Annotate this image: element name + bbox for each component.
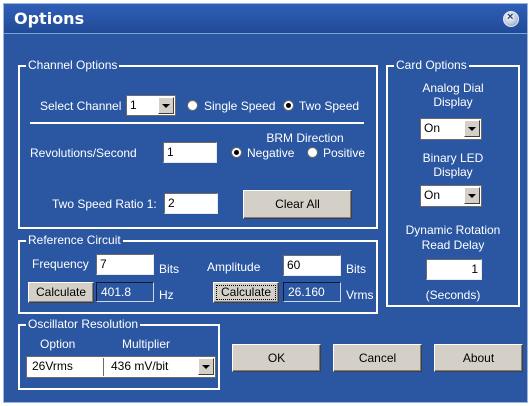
frequency-result: 401.8 <box>96 282 154 302</box>
dynamic-rotation-label-2: Read Delay <box>421 238 485 252</box>
two-speed-label: Two Speed <box>299 99 360 113</box>
oscillator-resolution-label: Oscillator Resolution <box>26 317 141 331</box>
options-dialog: Options × Channel Options Select Channel… <box>3 3 528 403</box>
binary-led-value: On <box>424 188 441 202</box>
brm-direction-label: BRM Direction <box>266 131 344 145</box>
option-header: Option <box>40 337 76 351</box>
analog-dial-label-2: Display <box>433 95 473 109</box>
frequency-result-unit: Hz <box>159 288 174 302</box>
binary-led-select[interactable]: On <box>420 185 482 207</box>
card-options-label: Card Options <box>394 58 469 72</box>
calculate-frequency-button[interactable]: Calculate <box>28 282 94 303</box>
binary-led-label-2: Display <box>433 165 473 179</box>
amplitude-result-unit: Vrms <box>346 288 374 302</box>
single-speed-radio[interactable] <box>187 100 198 111</box>
chevron-down-icon[interactable] <box>158 97 174 114</box>
positive-radio[interactable] <box>307 147 318 158</box>
dynamic-rotation-input[interactable]: 1 <box>426 259 482 280</box>
cancel-button[interactable]: Cancel <box>333 344 422 372</box>
channel-select[interactable]: 1 <box>126 95 176 116</box>
negative-label: Negative <box>247 146 295 160</box>
analog-dial-value: On <box>424 121 441 135</box>
amplitude-unit: Bits <box>346 262 367 276</box>
card-options-group: Card Options Analog Dial Display On Bina… <box>386 58 520 307</box>
reference-circuit-label: Reference Circuit <box>26 233 123 247</box>
oscillator-select[interactable]: 26Vrms 436 mV/bit <box>26 356 216 378</box>
frequency-unit: Bits <box>159 262 180 276</box>
clear-all-button[interactable]: Clear All <box>243 190 352 219</box>
frequency-input[interactable]: 7 <box>96 254 154 275</box>
about-button[interactable]: About <box>434 344 523 372</box>
channel-options-label: Channel Options <box>26 58 120 72</box>
chevron-down-icon[interactable] <box>464 120 480 137</box>
revolutions-input[interactable]: 1 <box>163 142 217 163</box>
chevron-down-icon[interactable] <box>198 358 214 375</box>
revolutions-label: Revolutions/Second <box>30 146 137 160</box>
two-speed-radio[interactable] <box>283 100 294 111</box>
select-separator <box>103 358 104 376</box>
chevron-down-icon[interactable] <box>464 187 480 204</box>
oscillator-resolution-group: Oscillator Resolution Option Multiplier … <box>18 317 220 390</box>
channel-divider <box>30 122 364 124</box>
seconds-label: (Seconds) <box>425 288 481 302</box>
two-speed-ratio-input[interactable]: 2 <box>164 193 218 214</box>
positive-label: Positive <box>323 146 366 160</box>
multiplier-value: 436 mV/bit <box>111 359 169 373</box>
binary-led-label-1: Binary LED <box>422 151 484 165</box>
ok-button[interactable]: OK <box>232 344 321 372</box>
close-icon: × <box>507 11 514 23</box>
two-speed-ratio-label: Two Speed Ratio 1: <box>52 197 157 211</box>
dynamic-rotation-label-1: Dynamic Rotation <box>405 223 501 237</box>
option-value: 26Vrms <box>32 359 73 373</box>
reference-circuit-group: Reference Circuit Frequency 7 Bits Ampli… <box>18 233 378 314</box>
channel-options-group: Channel Options Select Channel 1 Single … <box>18 58 378 229</box>
close-button[interactable]: × <box>503 11 519 27</box>
title-bar: Options × <box>4 4 527 34</box>
amplitude-input[interactable]: 60 <box>283 255 341 276</box>
negative-radio[interactable] <box>231 147 242 158</box>
analog-dial-label-1: Analog Dial <box>422 81 484 95</box>
analog-dial-select[interactable]: On <box>420 118 482 140</box>
channel-select-value: 1 <box>130 98 137 112</box>
calculate-amplitude-button[interactable]: Calculate <box>213 282 279 303</box>
single-speed-label: Single Speed <box>204 99 276 113</box>
amplitude-result: 26.160 <box>283 282 341 302</box>
frequency-label: Frequency <box>32 257 89 271</box>
select-channel-label: Select Channel <box>40 99 122 113</box>
window-title: Options <box>14 9 85 28</box>
multiplier-header: Multiplier <box>122 337 171 351</box>
amplitude-label: Amplitude <box>207 260 261 274</box>
